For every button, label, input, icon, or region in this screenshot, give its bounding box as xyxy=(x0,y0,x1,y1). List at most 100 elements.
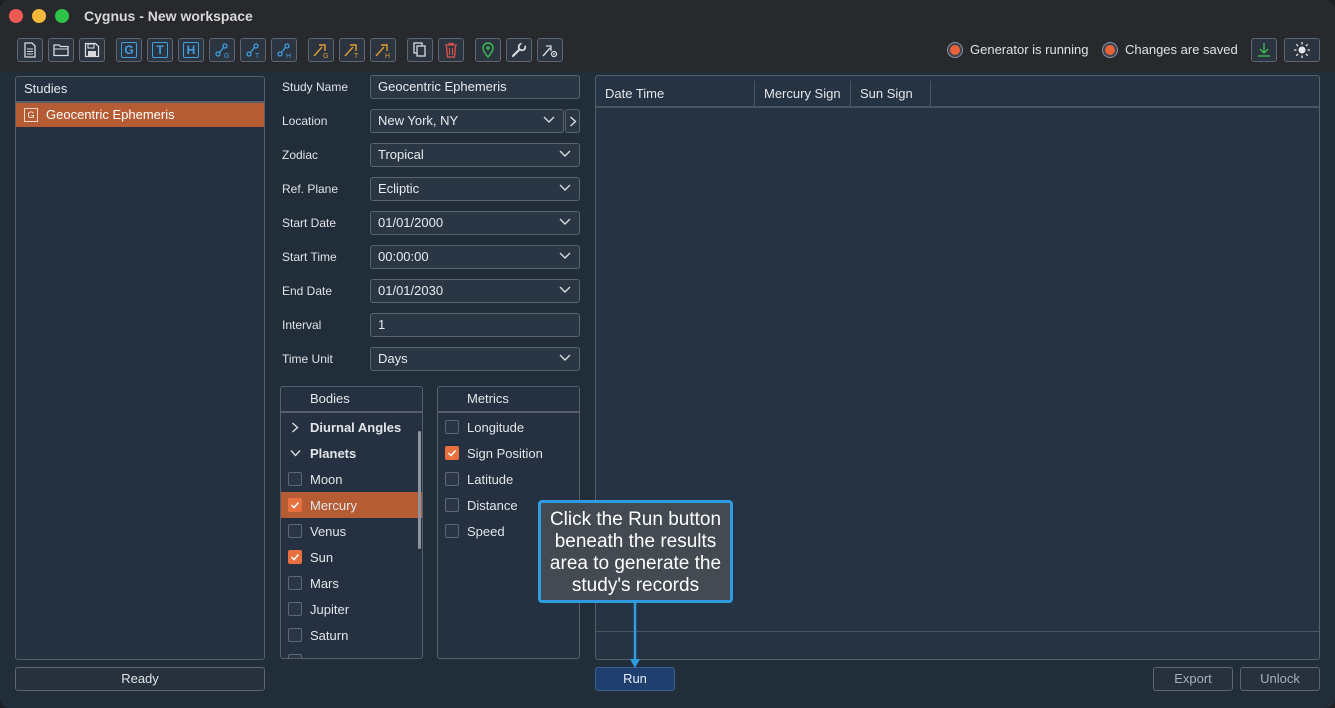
group-planets[interactable]: Planets xyxy=(281,440,422,466)
geocentric-chart-icon: G xyxy=(215,43,229,59)
ref-plane-select[interactable]: Ecliptic xyxy=(370,177,580,201)
theme-toggle-button[interactable] xyxy=(1284,38,1320,62)
body-item-jupiter[interactable]: Jupiter xyxy=(281,596,422,622)
body-item-saturn[interactable]: Saturn xyxy=(281,622,422,648)
chevron-down-icon xyxy=(543,116,555,123)
unlock-button[interactable]: Unlock xyxy=(1240,667,1320,691)
column-header-sun-sign[interactable]: Sun Sign xyxy=(851,81,931,107)
topocentric-study-icon: T xyxy=(152,42,168,58)
app-window: Cygnus - New workspace G T H G T H G T H… xyxy=(0,0,1335,708)
study-name-input[interactable]: Geocentric Ephemeris xyxy=(370,75,580,99)
column-header-date-time[interactable]: Date Time xyxy=(596,81,755,107)
body-item-moon[interactable]: Moon xyxy=(281,466,422,492)
body-item-sun[interactable]: Sun xyxy=(281,544,422,570)
bodies-scrollbar[interactable] xyxy=(418,431,421,549)
geocentric-chart-button[interactable]: G xyxy=(209,38,235,62)
run-button[interactable]: Run xyxy=(595,667,675,691)
body-item-mars[interactable]: Mars xyxy=(281,570,422,596)
study-item-geocentric-ephemeris[interactable]: G Geocentric Ephemeris xyxy=(16,103,264,127)
new-file-button[interactable] xyxy=(17,38,43,62)
body-checkbox[interactable] xyxy=(288,628,302,642)
zoom-window-button[interactable] xyxy=(55,9,69,23)
body-checkbox[interactable] xyxy=(288,550,302,564)
chevron-right-icon xyxy=(292,421,299,433)
metric-checkbox[interactable] xyxy=(445,420,459,434)
time-unit-select[interactable]: Days xyxy=(370,347,580,371)
zodiac-select[interactable]: Tropical xyxy=(370,143,580,167)
metric-checkbox[interactable] xyxy=(445,498,459,512)
geocentric-event-button[interactable]: G xyxy=(308,38,334,62)
window-title: Cygnus - New workspace xyxy=(84,8,253,24)
svg-text:T: T xyxy=(354,53,359,59)
heliocentric-chart-button[interactable]: H xyxy=(271,38,297,62)
metric-item-latitude[interactable]: Latitude xyxy=(438,466,579,492)
add-topocentric-study-button[interactable]: T xyxy=(147,38,173,62)
interval-input[interactable]: 1 xyxy=(370,313,580,337)
copy-button[interactable] xyxy=(407,38,433,62)
heliocentric-event-button[interactable]: H xyxy=(370,38,396,62)
body-checkbox[interactable] xyxy=(288,654,302,658)
location-button[interactable] xyxy=(475,38,501,62)
body-checkbox[interactable] xyxy=(288,498,302,512)
results-footer-divider xyxy=(596,631,1319,632)
metric-label: Sign Position xyxy=(467,445,543,461)
toolbar: G T H G T H G T H Generator is running C… xyxy=(0,32,1335,72)
open-folder-button[interactable] xyxy=(48,38,74,62)
topocentric-chart-button[interactable]: T xyxy=(240,38,266,62)
topocentric-event-button[interactable]: T xyxy=(339,38,365,62)
chevron-down-icon xyxy=(290,450,301,457)
bodies-panel: Bodies Diurnal Angles Planets Moon Mercu… xyxy=(280,386,423,659)
time-unit-label: Time Unit xyxy=(282,352,333,366)
tools-button[interactable] xyxy=(506,38,532,62)
new-file-icon xyxy=(24,42,36,58)
save-button[interactable] xyxy=(79,38,105,62)
column-header-mercury-sign[interactable]: Mercury Sign xyxy=(755,81,851,107)
body-label: Saturn xyxy=(310,627,349,643)
body-label: Moon xyxy=(310,471,343,487)
chevron-down-icon xyxy=(559,184,571,191)
body-label: Venus xyxy=(310,523,347,539)
metric-item-longitude[interactable]: Longitude xyxy=(438,414,579,440)
generator-status: Generator is running xyxy=(948,42,1089,57)
body-item-mercury[interactable]: Mercury xyxy=(281,492,422,518)
checkmark-icon xyxy=(290,501,300,509)
body-checkbox[interactable] xyxy=(288,472,302,486)
minimize-window-button[interactable] xyxy=(32,9,46,23)
add-heliocentric-study-button[interactable]: H xyxy=(178,38,204,62)
chevron-right-icon xyxy=(570,116,577,127)
chart-settings-button[interactable] xyxy=(537,38,563,62)
add-geocentric-study-button[interactable]: G xyxy=(116,38,142,62)
location-label: Location xyxy=(282,114,328,128)
close-window-button[interactable] xyxy=(9,9,23,23)
metrics-header: Metrics xyxy=(438,387,579,413)
location-details-button[interactable] xyxy=(565,109,580,133)
bodies-header: Bodies xyxy=(281,387,422,413)
open-folder-icon xyxy=(53,44,69,57)
settings-chart-icon xyxy=(542,45,558,58)
location-select[interactable]: New York, NY xyxy=(370,109,564,133)
start-time-select[interactable]: 00:00:00 xyxy=(370,245,580,269)
start-time-value: 00:00:00 xyxy=(378,249,429,264)
metric-checkbox[interactable] xyxy=(445,446,459,460)
download-button[interactable] xyxy=(1251,38,1277,62)
metric-item-sign-position[interactable]: Sign Position xyxy=(438,440,579,466)
group-diurnal-angles[interactable]: Diurnal Angles xyxy=(281,414,422,440)
end-date-select[interactable]: 01/01/2030 xyxy=(370,279,580,303)
delete-button[interactable] xyxy=(438,38,464,62)
heliocentric-study-icon: H xyxy=(183,42,199,58)
metric-checkbox[interactable] xyxy=(445,472,459,486)
body-checkbox[interactable] xyxy=(288,602,302,616)
body-checkbox[interactable] xyxy=(288,524,302,538)
geocentric-study-badge-icon: G xyxy=(24,108,38,122)
heliocentric-chart-icon: H xyxy=(277,43,291,59)
body-item-partial[interactable] xyxy=(281,648,422,658)
metric-checkbox[interactable] xyxy=(445,524,459,538)
export-button[interactable]: Export xyxy=(1153,667,1233,691)
start-time-label: Start Time xyxy=(282,250,337,264)
bodies-list: Diurnal Angles Planets Moon Mercury Venu… xyxy=(281,414,422,658)
body-item-venus[interactable]: Venus xyxy=(281,518,422,544)
svg-text:G: G xyxy=(224,53,229,59)
start-date-select[interactable]: 01/01/2000 xyxy=(370,211,580,235)
callout-arrow-icon xyxy=(630,603,640,668)
body-checkbox[interactable] xyxy=(288,576,302,590)
